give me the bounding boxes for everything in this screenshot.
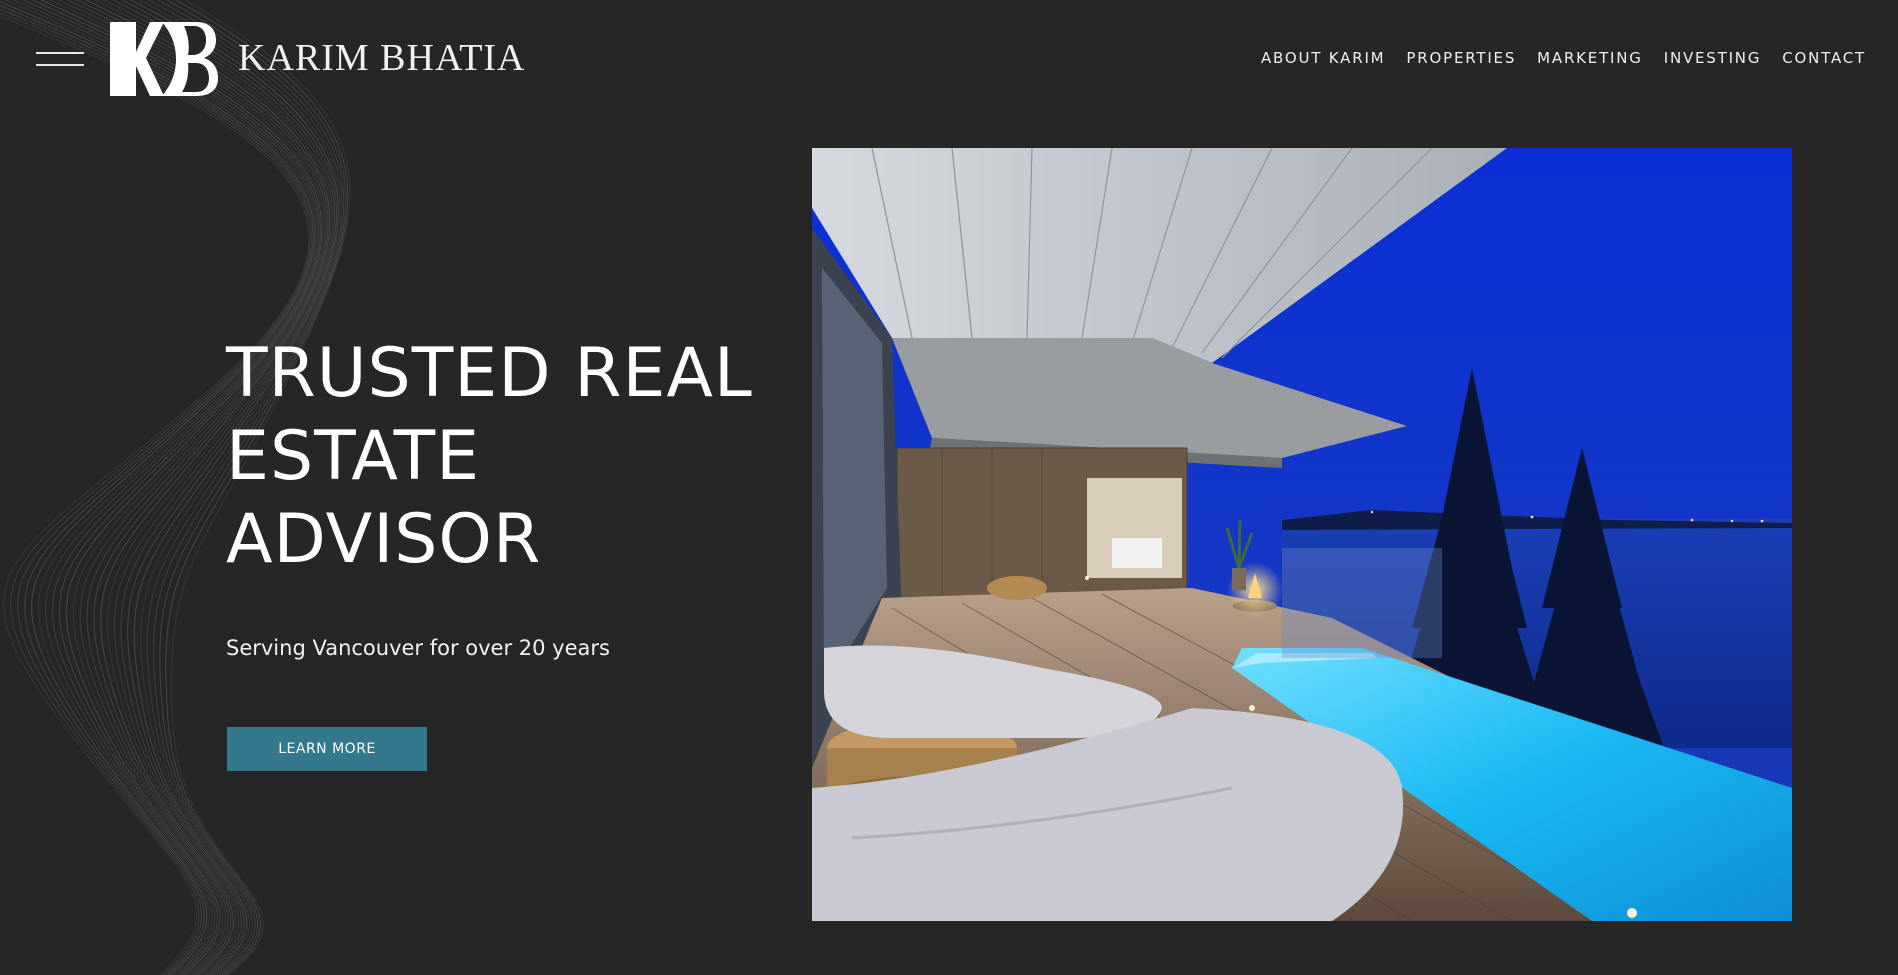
nav-contact[interactable]: CONTACT [1782,48,1866,68]
learn-more-button[interactable]: LEARN MORE [227,727,427,771]
hero-subtitle: Serving Vancouver for over 20 years [226,636,610,660]
hero-title-line-2: ESTATE [226,417,481,496]
kb-monogram-logo[interactable] [110,22,218,96]
hero-photo [812,148,1792,921]
page: KARIM BHATIA ABOUT KARIM PROPERTIES MARK… [0,0,1898,975]
nav-about-karim[interactable]: ABOUT KARIM [1261,48,1385,68]
hero-title-line-3: ADVISOR [226,500,542,579]
nav-properties[interactable]: PROPERTIES [1406,48,1516,68]
hero-title-line-1: TRUSTED REAL [226,334,753,413]
brand-name[interactable]: KARIM BHATIA [238,36,526,80]
hamburger-menu-icon[interactable] [36,50,84,68]
nav-investing[interactable]: INVESTING [1664,48,1762,68]
hero-title: TRUSTED REAL ESTATE ADVISOR [226,332,786,581]
nav-marketing[interactable]: MARKETING [1537,48,1643,68]
main-nav: ABOUT KARIM PROPERTIES MARKETING INVESTI… [1261,48,1866,68]
